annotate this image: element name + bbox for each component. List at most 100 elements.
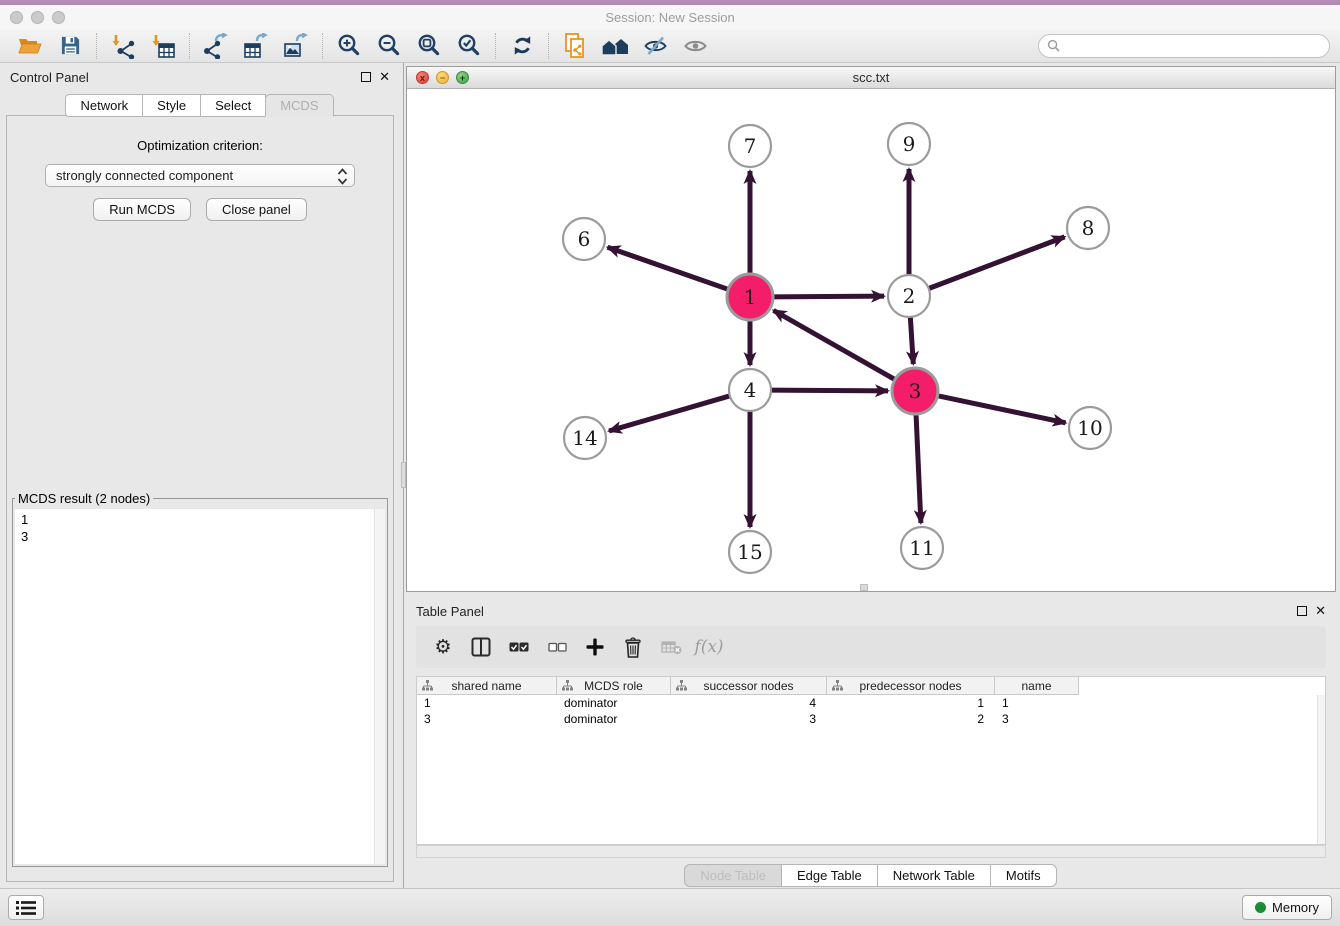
table-row[interactable]: 1dominator411 [417,695,1325,711]
mcds-result-text[interactable]: 13 [15,509,385,864]
network-close-button[interactable]: x [416,71,429,84]
split-columns-icon[interactable] [462,629,500,665]
table-horizontal-scrollbar[interactable] [416,845,1326,858]
graph-node-10[interactable]: 10 [1069,407,1111,449]
tab-select[interactable]: Select [200,94,266,117]
mcds-scrollbar[interactable] [374,509,385,864]
column-header-predecessor-nodes[interactable]: predecessor nodes [827,677,995,695]
optimization-criterion-label: Optimization criterion: [7,138,393,153]
table-cell[interactable]: 3 [671,712,827,726]
export-image-icon[interactable] [276,31,316,61]
unselect-all-columns-icon[interactable] [538,629,576,665]
edge-2-8[interactable] [927,237,1065,289]
control-panel-title: Control Panel [10,70,89,85]
node-label: 3 [909,379,922,403]
toolbar-separator [322,33,323,59]
column-header-shared-name[interactable]: shared name [417,677,557,695]
tab-node-table[interactable]: Node Table [684,864,782,887]
column-header-successor-nodes[interactable]: successor nodes [671,677,827,695]
graph-node-15[interactable]: 15 [729,531,771,573]
tab-network-table[interactable]: Network Table [877,864,991,887]
network-window-titlebar[interactable]: scc.txt x − + [407,67,1335,89]
open-folder-icon[interactable] [10,31,50,61]
column-header-label: successor nodes [703,679,793,693]
graph-node-9[interactable]: 9 [888,123,930,165]
network-maximize-button[interactable]: + [456,71,469,84]
edge-1-6[interactable] [608,247,731,290]
edge-3-10[interactable] [936,395,1066,422]
import-network-icon[interactable] [103,31,143,61]
close-panel-icon[interactable]: ✕ [379,72,390,82]
graph-node-11[interactable]: 11 [901,527,943,569]
graph-node-14[interactable]: 14 [564,417,606,459]
tab-edge-table[interactable]: Edge Table [781,864,878,887]
graph-node-3[interactable]: 3 [892,368,938,414]
memory-label: Memory [1272,900,1319,915]
graph-node-6[interactable]: 6 [563,218,605,260]
network-view-window: scc.txt x − + 7 9 6 8 1 2 4 3 14 10 15 11 [406,66,1336,592]
table-cell[interactable]: 3 [995,712,1079,726]
table-cell[interactable]: 4 [671,696,827,710]
export-table-icon[interactable] [236,31,276,61]
table-cell[interactable]: 1 [995,696,1079,710]
edge-4-3[interactable] [769,390,888,391]
eye-slash-icon[interactable] [635,31,675,61]
float-panel-icon[interactable] [361,72,371,82]
table-cell[interactable]: 3 [417,712,557,726]
table-cell[interactable]: 1 [417,696,557,710]
graph-node-8[interactable]: 8 [1067,207,1109,249]
graph-node-1[interactable]: 1 [727,274,773,320]
table-cell[interactable]: dominator [557,696,671,710]
zoom-in-icon[interactable] [329,31,369,61]
home-icon[interactable] [595,31,635,61]
add-column-icon[interactable] [576,629,614,665]
gear-icon[interactable]: ⚙ [424,629,462,665]
save-icon[interactable] [50,31,90,61]
toolbar-separator [96,33,97,59]
search-input[interactable] [1065,39,1321,53]
status-bar: Memory [0,888,1340,926]
table-panel-title: Table Panel [416,604,484,619]
window-resize-handle[interactable] [860,584,868,591]
column-header-name[interactable]: name [995,677,1079,695]
graph-node-2[interactable]: 2 [888,275,930,317]
tab-style[interactable]: Style [142,94,201,117]
refresh-icon[interactable] [502,31,542,61]
table-row[interactable]: 3dominator323 [417,711,1325,727]
eye-icon[interactable] [675,31,715,61]
task-history-button[interactable] [8,895,44,920]
tab-network[interactable]: Network [65,94,143,117]
column-header-MCDS-role[interactable]: MCDS role [557,677,671,695]
optimization-criterion-select[interactable]: strongly connected component [45,164,355,187]
run-mcds-button[interactable]: Run MCDS [93,198,191,221]
tab-mcds[interactable]: MCDS [265,94,333,117]
edge-2-3[interactable] [910,315,913,364]
tab-motifs[interactable]: Motifs [990,864,1057,887]
export-network-icon[interactable] [196,31,236,61]
table-vertical-scrollbar[interactable] [1317,695,1325,844]
graph-node-7[interactable]: 7 [729,125,771,167]
table-cell[interactable]: 2 [827,712,995,726]
network-graph-canvas[interactable]: 7 9 6 8 1 2 4 3 14 10 15 11 [407,89,1335,591]
edge-4-14[interactable] [609,395,732,431]
table-cell[interactable]: dominator [557,712,671,726]
select-all-columns-icon[interactable] [500,629,538,665]
trash-icon[interactable] [614,629,652,665]
graph-node-4[interactable]: 4 [729,369,771,411]
edge-1-2[interactable] [771,296,884,297]
edge-3-1[interactable] [773,310,896,380]
zoom-fit-icon[interactable] [409,31,449,61]
import-table-icon[interactable] [143,31,183,61]
close-table-panel-icon[interactable]: ✕ [1315,606,1326,616]
node-label: 4 [744,378,757,402]
memory-button[interactable]: Memory [1242,895,1332,920]
zoom-out-icon[interactable] [369,31,409,61]
close-panel-button[interactable]: Close panel [206,198,307,221]
network-minimize-button[interactable]: − [436,71,449,84]
zoom-selected-icon[interactable] [449,31,489,61]
search-field[interactable] [1038,34,1330,58]
table-cell[interactable]: 1 [827,696,995,710]
float-table-panel-icon[interactable] [1297,606,1307,616]
copy-network-icon[interactable] [555,31,595,61]
edge-3-11[interactable] [916,412,921,523]
